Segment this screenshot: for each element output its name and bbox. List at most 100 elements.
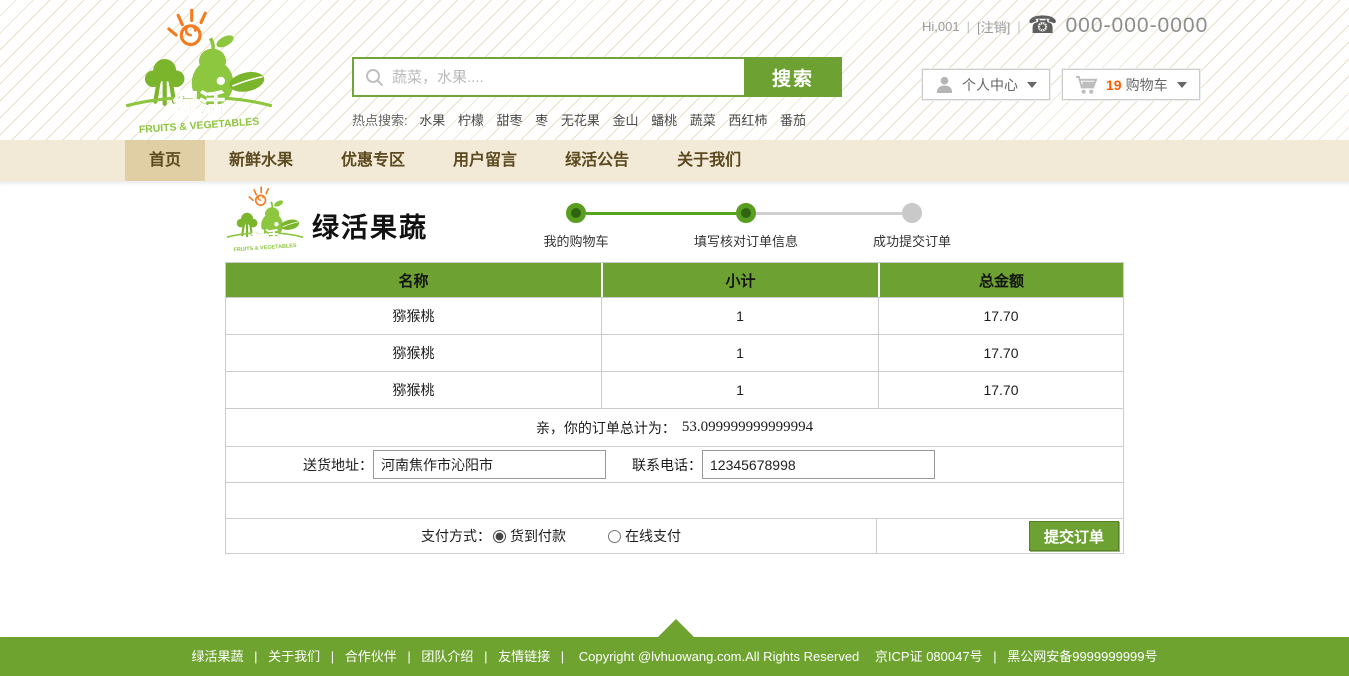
hot-term[interactable]: 番茄 (780, 113, 806, 128)
checkout-content: 绿活 FRUITS & VEGETABLES 绿活果蔬 我的购物车 填写核对订单… (0, 181, 1349, 637)
order-table: 名称 小计 总金额 猕猴桃 1 17.70 猕猴桃 1 17.70 猕猴桃 1 … (225, 262, 1124, 554)
nav-item-notices[interactable]: 绿活公告 (541, 140, 653, 181)
payment-label: 支付方式： (421, 528, 491, 544)
leaf-icon (280, 219, 300, 230)
payment-option-cod[interactable]: 货到付款 (493, 526, 566, 546)
column-header-total: 总金额 (878, 263, 1123, 297)
hot-term[interactable]: 金山 (612, 113, 638, 128)
nav-item-deals[interactable]: 优惠专区 (317, 140, 429, 181)
online-pay-radio[interactable] (608, 529, 621, 543)
site-header: 绿活 FRUITS & VEGETABLES Hi,001 | [注销] | ☎… (0, 0, 1349, 140)
phone-icon: ☎ (1027, 12, 1058, 39)
step-connector-pending (756, 212, 902, 215)
nav-item-about[interactable]: 关于我们 (653, 140, 765, 181)
step-label-success: 成功提交订单 (872, 234, 952, 249)
cod-label: 货到付款 (510, 528, 566, 544)
footer-link-team[interactable]: 团队介绍 (421, 649, 473, 664)
hot-term[interactable]: 蟠桃 (651, 113, 677, 128)
footer-link-partners[interactable]: 合作伙伴 (345, 649, 397, 664)
user-center-button[interactable]: 个人中心 (921, 68, 1051, 101)
column-header-name: 名称 (398, 272, 429, 290)
separator: | (407, 649, 411, 664)
step-label-confirm: 填写核对订单信息 (693, 234, 799, 249)
separator: | (993, 649, 997, 664)
hot-term[interactable]: 蔬菜 (690, 113, 716, 128)
logout-link[interactable]: [注销] (977, 17, 1010, 36)
hot-term[interactable]: 西红柿 (728, 113, 767, 128)
search-button[interactable]: 搜索 (744, 57, 842, 97)
fruits-vegetables-logo-icon: 绿活 FRUITS & VEGETABLES (125, 8, 273, 136)
footer-text: 绿活果蔬 | 关于我们 | 合作伙伴 | 团队介绍 | 友情链接 | Copyr… (0, 637, 1349, 676)
footer-link-friends[interactable]: 友情链接 (498, 649, 550, 664)
security-record[interactable]: 黑公网安备9999999999号 (1007, 649, 1157, 664)
submit-order-button[interactable]: 提交订单 (1029, 521, 1119, 551)
contact-phone-label: 联系电话： (632, 456, 702, 473)
hot-term[interactable]: 柠檬 (458, 113, 484, 128)
greeting-text: Hi,001 (922, 18, 960, 34)
chevron-down-icon (1176, 81, 1187, 88)
nav-item-home[interactable]: 首页 (125, 140, 206, 181)
cart-icon (1076, 75, 1098, 94)
account-buttons: 个人中心 19 购物车 (921, 68, 1201, 101)
address-row: 送货地址： 联系电话： (226, 446, 1123, 482)
footer: 绿活果蔬 | 关于我们 | 合作伙伴 | 团队介绍 | 友情链接 | Copyr… (0, 619, 1349, 676)
footer-triangle-icon (658, 619, 694, 637)
step-label-cart: 我的购物车 (543, 234, 609, 249)
search-input[interactable] (392, 59, 740, 95)
item-qty: 1 (601, 372, 878, 408)
payment-option-online[interactable]: 在线支付 (608, 526, 681, 546)
logo-text: 绿活 (173, 89, 225, 119)
cart-button[interactable]: 19 购物车 (1061, 68, 1201, 101)
cart-label: 购物车 (1125, 76, 1168, 93)
hot-term[interactable]: 甜枣 (497, 113, 523, 128)
contact-phone-input[interactable] (702, 450, 935, 479)
icp-license[interactable]: 京ICP证 080047号 (875, 649, 983, 664)
separator: | (1017, 18, 1021, 34)
item-amount: 17.70 (878, 335, 1123, 371)
user-center-label: 个人中心 (962, 76, 1018, 93)
item-qty: 1 (601, 335, 878, 371)
fruits-vegetables-logo-icon: 绿活 FRUITS & VEGETABLES (226, 186, 304, 253)
top-user-bar: Hi,001 | [注销] | ☎ 000-000-0000 (922, 14, 1208, 38)
footer-link-about[interactable]: 关于我们 (268, 649, 320, 664)
logo-subtext: FRUITS & VEGETABLES (139, 117, 260, 136)
item-name: 猕猴桃 (392, 345, 435, 361)
nav-item-fresh-fruit[interactable]: 新鲜水果 (205, 140, 317, 181)
table-header-row: 名称 小计 总金额 (226, 263, 1123, 297)
hot-term[interactable]: 无花果 (561, 113, 600, 128)
chevron-down-icon (1027, 81, 1037, 88)
hot-search-bar: 热点搜索: 水果 柠檬 甜枣 枣 无花果 金山 蟠桃 蔬菜 西红柿 番茄 (352, 110, 815, 129)
leaf-icon (229, 72, 265, 92)
main-nav: 首页 新鲜水果 优惠专区 用户留言 绿活公告 关于我们 (0, 140, 1349, 181)
sun-icon (248, 186, 270, 206)
nav-item-messages[interactable]: 用户留言 (429, 140, 541, 181)
order-total-row: 亲，你的订单总计为： 53.099999999999994 (226, 408, 1123, 446)
payment-row: 支付方式： 货到付款 在线支付 提交订单 (226, 518, 1123, 553)
step-connector-done (586, 212, 736, 215)
cart-count-badge: 19 (1106, 76, 1122, 93)
order-total-value: 53.099999999999994 (681, 419, 814, 435)
copyright-text: Copyright @lvhuowang.com.All Rights Rese… (578, 649, 860, 664)
brand-logo[interactable]: 绿活 FRUITS & VEGETABLES (120, 6, 278, 136)
hot-term[interactable]: 水果 (419, 113, 445, 128)
logo-subtext: FRUITS & VEGETABLES (233, 243, 297, 253)
separator: | (966, 18, 970, 34)
hot-search-label: 热点搜索: (352, 113, 408, 128)
column-header-subtotal: 小计 (601, 263, 878, 297)
item-qty: 1 (601, 298, 878, 334)
step-dot-cart (566, 203, 586, 223)
item-name: 猕猴桃 (392, 382, 435, 398)
table-row: 猕猴桃 1 17.70 (226, 334, 1123, 371)
separator: | (484, 649, 488, 664)
hot-term[interactable]: 枣 (535, 113, 548, 128)
address-input[interactable] (373, 450, 606, 479)
footer-link-brand[interactable]: 绿活果蔬 (191, 649, 243, 664)
item-amount: 17.70 (878, 372, 1123, 408)
separator: | (560, 649, 565, 664)
logo-text: 绿活 (251, 228, 279, 244)
search-box: 搜索 (352, 57, 842, 97)
page-title: 绿活果蔬 (312, 213, 428, 243)
search-field (352, 57, 744, 97)
payment-options: 支付方式： 货到付款 在线支付 (226, 519, 877, 553)
cod-radio[interactable] (493, 529, 506, 543)
